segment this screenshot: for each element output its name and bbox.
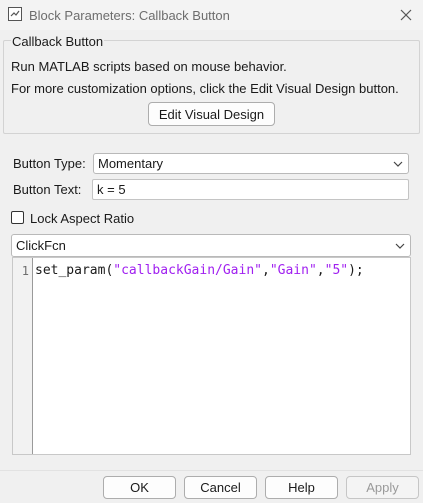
window-title: Block Parameters: Callback Button bbox=[29, 8, 230, 23]
callback-function-select[interactable]: ClickFcn bbox=[11, 234, 411, 257]
ok-button[interactable]: OK bbox=[103, 476, 176, 499]
callback-code-editor[interactable] bbox=[12, 257, 411, 455]
simulink-block-icon bbox=[8, 7, 22, 21]
button-type-value: Momentary bbox=[98, 156, 164, 171]
button-text-value: k = 5 bbox=[97, 182, 126, 197]
code-string-arg: "callbackGain/Gain" bbox=[113, 263, 262, 278]
line-number-gutter bbox=[13, 258, 33, 454]
close-button[interactable] bbox=[393, 4, 419, 26]
code-comma: , bbox=[262, 263, 270, 278]
code-string-arg: "Gain" bbox=[269, 263, 317, 278]
code-comma: , bbox=[316, 263, 325, 278]
line-number: 1 bbox=[21, 264, 29, 278]
description-line-2: For more customization options, click th… bbox=[11, 81, 399, 96]
code-function: set_param( bbox=[35, 263, 114, 278]
code-line[interactable]: set_param("callbackGain/Gain","Gain","5"… bbox=[35, 263, 364, 278]
close-icon bbox=[400, 9, 412, 21]
description-line-1: Run MATLAB scripts based on mouse behavi… bbox=[11, 59, 287, 74]
callback-function-value: ClickFcn bbox=[16, 238, 66, 253]
cancel-button[interactable]: Cancel bbox=[184, 476, 257, 499]
button-type-label: Button Type: bbox=[13, 156, 86, 171]
code-end: ); bbox=[348, 263, 364, 278]
button-text-label: Button Text: bbox=[13, 182, 82, 197]
chevron-down-icon bbox=[393, 161, 403, 167]
lock-aspect-ratio-checkbox[interactable] bbox=[11, 211, 24, 224]
apply-button[interactable]: Apply bbox=[346, 476, 419, 499]
edit-visual-design-button[interactable]: Edit Visual Design bbox=[148, 102, 275, 126]
chevron-down-icon bbox=[395, 243, 405, 249]
button-text-field[interactable]: k = 5 bbox=[92, 179, 409, 200]
group-title: Callback Button bbox=[11, 34, 105, 49]
code-string-arg: "5" bbox=[324, 263, 349, 278]
button-type-select[interactable]: Momentary bbox=[93, 153, 409, 174]
lock-aspect-ratio-label: Lock Aspect Ratio bbox=[30, 211, 135, 226]
help-button[interactable]: Help bbox=[265, 476, 338, 499]
footer-separator bbox=[0, 470, 423, 471]
